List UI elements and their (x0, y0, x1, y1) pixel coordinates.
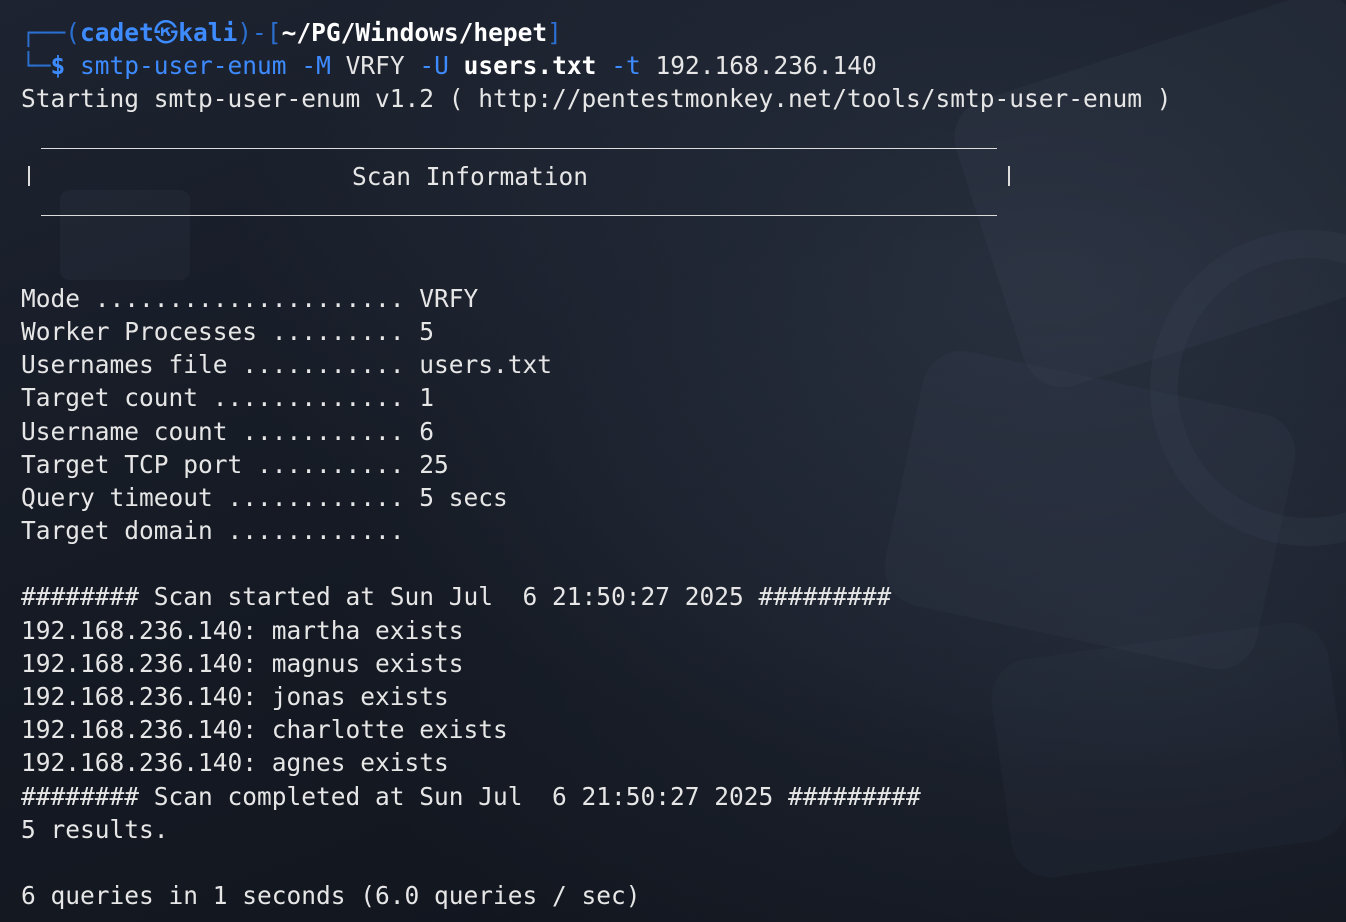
result-row: 192.168.236.140: charlotte exists (21, 715, 508, 745)
settings-list: Mode ..................... VRFY Worker P… (21, 282, 1346, 548)
starting-line: Starting smtp-user-enum v1.2 ( http://pe… (21, 84, 1172, 114)
banner-right-bar (1008, 165, 1010, 186)
prompt-frame-end: ] (547, 18, 562, 47)
prompt-line: ┌──(cadet㉿kali)-[~/PG/Windows/hepet] (21, 16, 1346, 49)
scan-information-banner: Scan Information (21, 116, 1346, 249)
settings-row: Mode ..................... VRFY (21, 283, 479, 313)
command-program: smtp-user-enum (80, 51, 287, 81)
result-row: 192.168.236.140: jonas exists (21, 682, 449, 711)
prompt-user: cadet (80, 18, 154, 47)
result-row: 192.168.236.140: agnes exists (21, 748, 449, 778)
prompt-path: ~/PG/Windows/hepet (281, 18, 548, 47)
results-list: 192.168.236.140: martha exists 192.168.2… (21, 614, 1346, 780)
prompt-host: kali (178, 18, 238, 47)
prompt-dollar: $ (50, 51, 66, 81)
settings-row: Target count ............. 1 (21, 383, 435, 413)
banner-top-rule (41, 147, 997, 150)
result-row: 192.168.236.140: martha exists (21, 615, 464, 645)
prompt-frame-mid: )-[ (237, 18, 282, 47)
prompt-frame-top: ┌──( (21, 18, 81, 47)
banner-title: Scan Information (352, 161, 589, 191)
result-row: 192.168.236.140: magnus exists (21, 648, 464, 678)
settings-row: Target domain ............ (21, 516, 405, 546)
command-users-value: users.txt (463, 51, 597, 81)
settings-row: Query timeout ............ 5 secs (21, 482, 508, 512)
result-count-line: 5 results. (21, 814, 169, 844)
summary-line: 6 queries in 1 seconds (6.0 queries / se… (21, 881, 641, 911)
settings-row: Usernames file ........... users.txt (21, 350, 553, 380)
command-target-value: 192.168.236.140 (655, 51, 877, 81)
command-flag-target: -t (611, 51, 641, 81)
settings-row: Target TCP port .......... 25 (21, 449, 449, 479)
command-line[interactable]: └─$ smtp-user-enum -M VRFY -U users.txt … (21, 49, 1346, 82)
banner-bottom-rule (41, 214, 997, 217)
terminal-window[interactable]: ┌──(cadet㉿kali)-[~/PG/Windows/hepet] └─$… (0, 0, 1346, 922)
scan-completed-line: ######## Scan completed at Sun Jul 6 21:… (21, 781, 921, 811)
command-flag-mode: -M (301, 51, 331, 81)
settings-row: Username count ........... 6 (21, 416, 435, 446)
terminal-output: ┌──(cadet㉿kali)-[~/PG/Windows/hepet] └─$… (21, 16, 1346, 912)
prompt-frame-bottom: └─ (21, 51, 51, 81)
banner-left-bar (28, 165, 30, 186)
command-mode-value: VRFY (345, 51, 405, 81)
scan-started-line: ######## Scan started at Sun Jul 6 21:50… (21, 582, 892, 612)
prompt-at-symbol: ㉿ (153, 18, 179, 47)
settings-row: Worker Processes ......... 5 (21, 316, 435, 346)
command-flag-users: -U (419, 51, 449, 81)
